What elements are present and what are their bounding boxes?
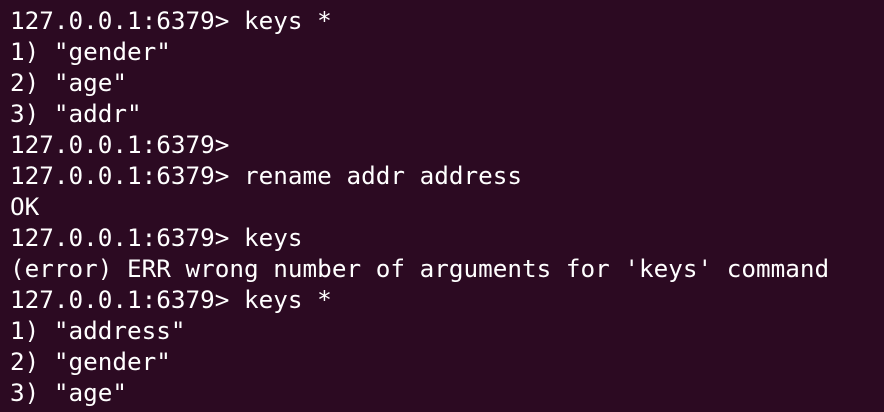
terminal-line-prompt: 127.0.0.1:6379> keys * xyxy=(10,285,332,314)
terminal-line-prompt: 127.0.0.1:6379> keys xyxy=(10,223,303,252)
terminal-line-output: OK xyxy=(10,192,40,221)
terminal-line-prompt: 127.0.0.1:6379> rename addr address xyxy=(10,161,522,190)
terminal-line-prompt: 127.0.0.1:6379> xyxy=(10,130,230,159)
terminal-line-output: 3) "age" xyxy=(10,378,128,407)
terminal-line-error: (error) ERR wrong number of arguments fo… xyxy=(10,254,830,283)
terminal-line-prompt: 127.0.0.1:6379> keys * xyxy=(10,6,332,35)
terminal-window[interactable]: 127.0.0.1:6379> keys * 1) "gender" 2) "a… xyxy=(0,0,884,412)
terminal-line-output: 2) "age" xyxy=(10,68,128,97)
terminal-line-output: 2) "gender" xyxy=(10,347,171,376)
terminal-line-output: 1) "gender" xyxy=(10,37,171,66)
terminal-line-output: 1) "address" xyxy=(10,316,186,345)
terminal-line-output: 3) "addr" xyxy=(10,99,142,128)
